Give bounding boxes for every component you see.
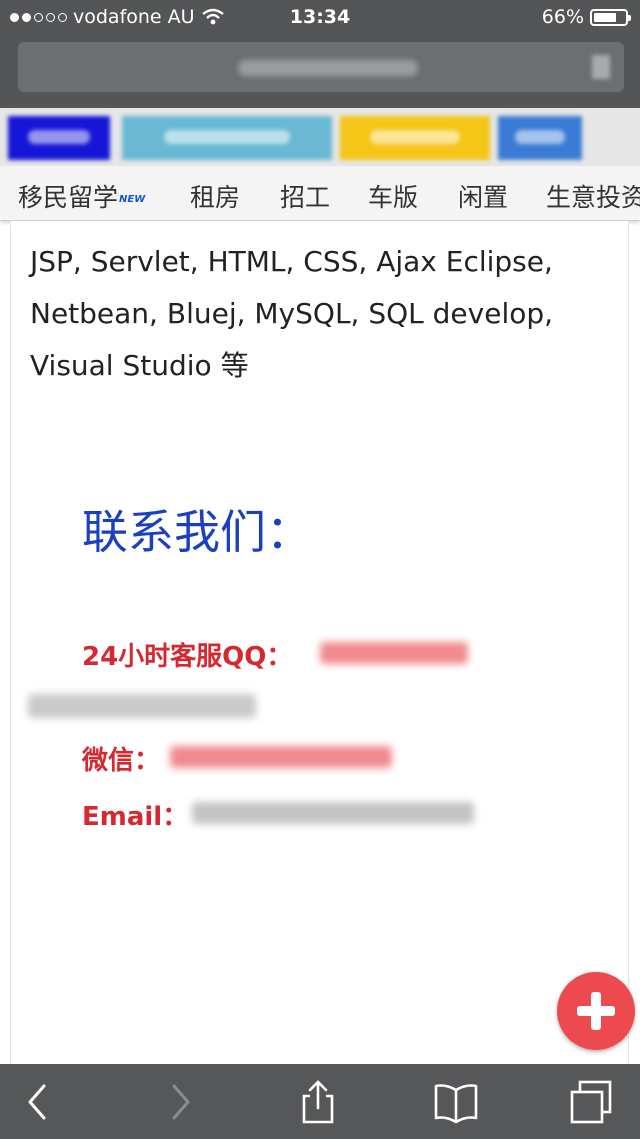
- tech-list: JSP, Servlet, HTML, CSS, Ajax Eclipse, N…: [30, 236, 610, 392]
- nav-item-label: 移民留学: [18, 183, 119, 212]
- status-bar: vodafone AU 13:34 66%: [0, 0, 640, 36]
- wechat-value-blurred: [170, 746, 392, 768]
- nav-item-cars[interactable]: 车版: [368, 178, 418, 214]
- nav-item-label: 租房: [190, 183, 241, 212]
- nav-item-immigration[interactable]: 移民留学NEW: [18, 178, 145, 214]
- address-bar[interactable]: [18, 42, 624, 92]
- tech-line: Netbean, Bluej, MySQL, SQL develop,: [30, 297, 554, 330]
- ad-block-4[interactable]: [498, 116, 582, 160]
- share-icon[interactable]: [294, 1078, 342, 1126]
- email-label: Email：: [82, 802, 189, 832]
- nav-item-secondhand[interactable]: 闲置: [458, 178, 508, 214]
- nav-item-label: 闲置: [458, 183, 509, 212]
- battery-icon: [590, 8, 631, 26]
- ad-block-2[interactable]: [122, 116, 332, 160]
- url-blurred: [238, 60, 418, 76]
- qq-extra-blurred: [28, 694, 256, 718]
- chevron-left-icon[interactable]: [14, 1078, 62, 1126]
- contact-heading: 联系我们：: [82, 505, 312, 559]
- new-badge: NEW: [119, 193, 146, 205]
- ad-block-1[interactable]: [8, 116, 110, 160]
- book-icon[interactable]: [432, 1078, 480, 1126]
- nav-item-jobs[interactable]: 招工: [280, 178, 330, 214]
- nav-item-label: 生意投资: [546, 183, 640, 212]
- qq-label: 24小时客服QQ：: [82, 642, 293, 672]
- plus-icon[interactable]: [557, 972, 635, 1050]
- tech-line: Visual Studio 等: [30, 349, 249, 382]
- ad-banner-strip: [0, 108, 640, 166]
- bottom-toolbar: [0, 1064, 640, 1139]
- battery-percent: 66%: [541, 6, 584, 28]
- chevron-right-icon[interactable]: [156, 1078, 204, 1126]
- wechat-label: 微信：: [82, 746, 161, 776]
- nav-item-label: 招工: [280, 183, 331, 212]
- ad-block-3[interactable]: [340, 116, 490, 160]
- tabs-icon[interactable]: [568, 1078, 616, 1126]
- nav-item-label: 车版: [368, 183, 419, 212]
- tech-line: JSP, Servlet, HTML, CSS, Ajax Eclipse,: [30, 245, 553, 278]
- nav-item-rent[interactable]: 租房: [190, 178, 240, 214]
- reload-icon[interactable]: [592, 55, 610, 79]
- qq-value-blurred: [320, 642, 468, 664]
- email-value-blurred: [192, 802, 474, 824]
- category-nav: 移民留学NEW 租房 招工 车版 闲置 生意投资: [0, 166, 640, 221]
- browser-chrome: vodafone AU 13:34 66%: [0, 0, 640, 108]
- nav-item-business[interactable]: 生意投资: [546, 178, 640, 214]
